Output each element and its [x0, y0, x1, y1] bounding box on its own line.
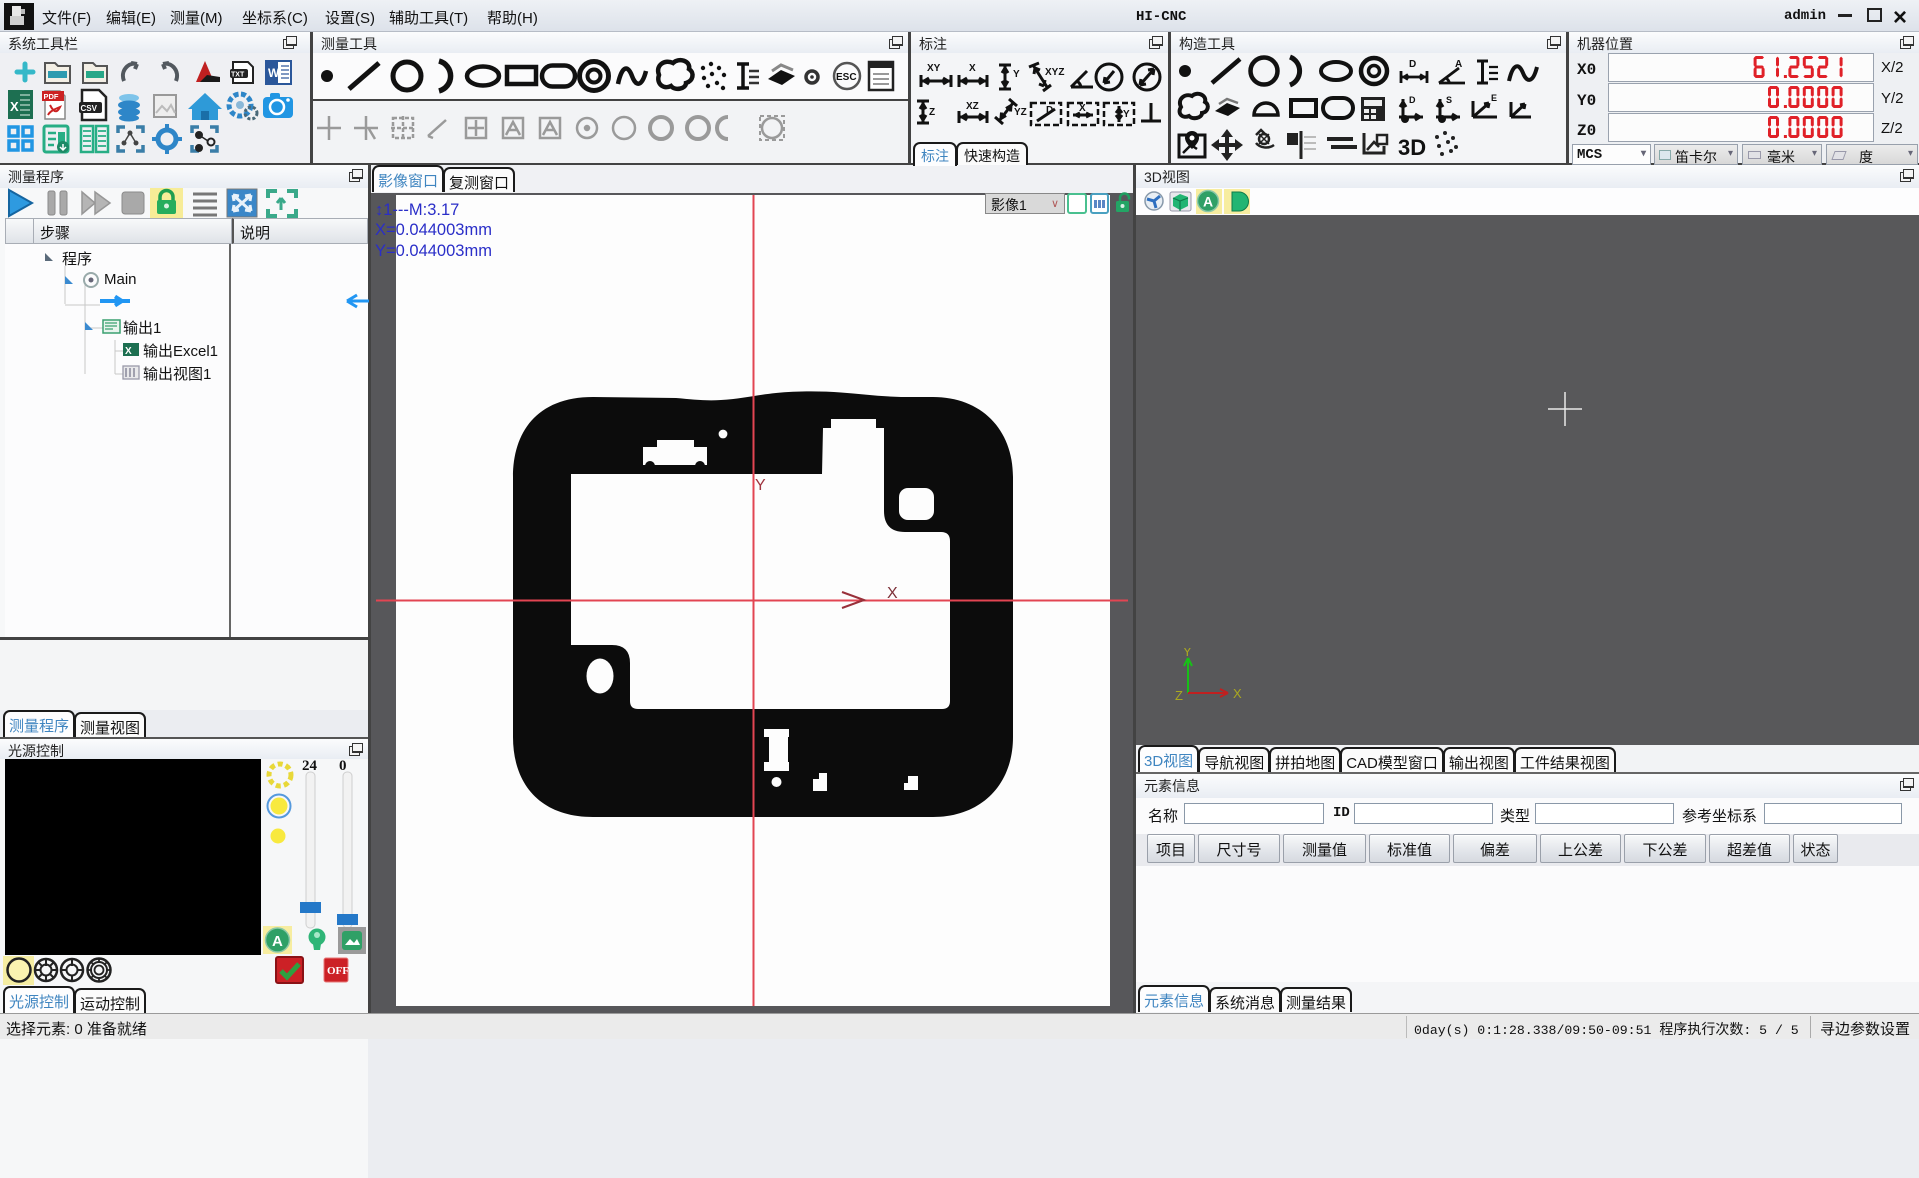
- svg-text:A: A: [1203, 194, 1213, 210]
- svg-text:X: X: [125, 346, 132, 357]
- svg-text:XYZ: XYZ: [1045, 67, 1064, 78]
- svg-text:S: S: [1446, 95, 1452, 105]
- svg-text:D: D: [1409, 59, 1416, 70]
- svg-text:X: X: [969, 63, 976, 74]
- svg-text:W: W: [268, 66, 280, 80]
- svg-text:E: E: [1491, 93, 1497, 103]
- svg-text:X: X: [1079, 103, 1086, 114]
- svg-text:X: X: [1233, 686, 1242, 701]
- svg-text:Y: Y: [1183, 648, 1192, 659]
- svg-text:TXT: TXT: [231, 72, 245, 79]
- svg-text:ESC: ESC: [836, 72, 857, 83]
- svg-text:A: A: [272, 933, 283, 950]
- svg-text:XZ: XZ: [966, 101, 979, 112]
- svg-text:D: D: [1409, 95, 1416, 105]
- svg-text:Z: Z: [1175, 688, 1183, 703]
- svg-text:XY: XY: [927, 63, 941, 74]
- svg-text:YZ: YZ: [1014, 107, 1027, 118]
- svg-text:X: X: [10, 99, 19, 114]
- svg-text:A: A: [1455, 59, 1462, 70]
- svg-text:Y: Y: [755, 477, 766, 494]
- svg-text:X: X: [887, 585, 898, 602]
- svg-text:Z: Z: [929, 107, 935, 118]
- svg-text:D: D: [1046, 105, 1053, 116]
- svg-text:3D: 3D: [1398, 135, 1426, 160]
- svg-text:CSV: CSV: [81, 104, 98, 113]
- svg-text:OFF: OFF: [327, 965, 349, 977]
- svg-text:Y: Y: [1123, 109, 1130, 120]
- svg-text:Y: Y: [1013, 69, 1020, 80]
- svg-text:PDF: PDF: [44, 92, 59, 101]
